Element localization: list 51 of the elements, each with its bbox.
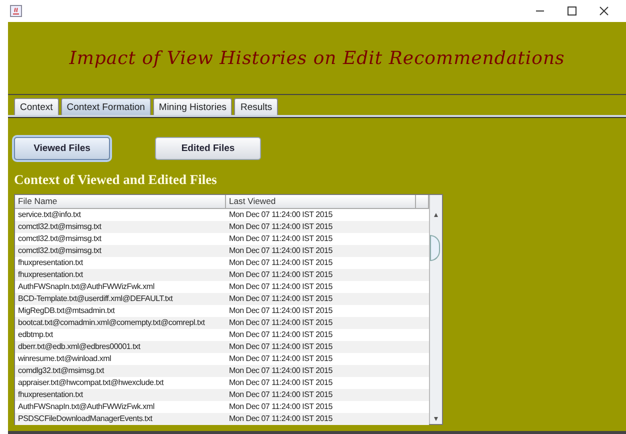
table-cell-text: winresume.txt@winload.xml bbox=[17, 353, 112, 365]
table-cell-text: fhuxpresentation.txt bbox=[17, 389, 84, 401]
scrollbar-thumb[interactable] bbox=[430, 235, 440, 261]
table-cell-text: comctl32.txt@msimsg.txt bbox=[17, 245, 102, 257]
table-cell-text: Mon Dec 07 11:24:00 IST 2015 bbox=[228, 245, 334, 257]
table-cell-text: AuthFWSnapIn.txt@AuthFWWizFwk.xml bbox=[17, 401, 156, 413]
table-cell-text: service.txt@info.txt bbox=[17, 209, 82, 221]
table-cell-text: bootcat.txt@comadmin.xml@comempty.txt@comrepl.txt bbox=[17, 317, 206, 329]
table-cell-text: comctl32.txt@msimsg.txt bbox=[17, 221, 102, 233]
table-cell-text: Mon Dec 07 11:24:00 IST 2015 bbox=[228, 209, 334, 221]
table-cell-text: BCD-Template.txt@userdiff.xml@DEFAULT.txt bbox=[17, 293, 174, 305]
table-cell-text: Mon Dec 07 11:24:00 IST 2015 bbox=[228, 281, 334, 293]
table-cell-text: MigRegDB.txt@mtsadmin.txt bbox=[17, 305, 116, 317]
table-cell-text: Mon Dec 07 11:24:00 IST 2015 bbox=[228, 341, 334, 353]
table-cell-text: fhuxpresentation.txt bbox=[17, 269, 84, 281]
table-cell-text: Mon Dec 07 11:24:00 IST 2015 bbox=[228, 293, 334, 305]
table-cell-text: fhuxpresentation.txt bbox=[17, 257, 84, 269]
table-cell-text: Mon Dec 07 11:24:00 IST 2015 bbox=[228, 377, 334, 389]
table-cell-text: Mon Dec 07 11:24:00 IST 2015 bbox=[228, 365, 334, 377]
table-cell-text: appraiser.txt@hwcompat.txt@hwexclude.txt bbox=[17, 377, 165, 389]
tab[interactable]: Context Formation bbox=[60, 98, 151, 115]
app-title: Impact of View Histories on Edit Recommendations bbox=[69, 48, 565, 68]
files-button[interactable]: Edited Files bbox=[155, 137, 261, 160]
table-cell-text: PSDSCFileDownloadManagerEvents.txt bbox=[17, 413, 154, 425]
java-app-icon bbox=[10, 5, 22, 17]
table-cell-text: Mon Dec 07 11:24:00 IST 2015 bbox=[228, 257, 334, 269]
maximize-icon[interactable] bbox=[567, 6, 577, 16]
table-cell-text: comdlg32.txt@msimsg.txt bbox=[17, 365, 106, 377]
tab[interactable]: Mining Histories bbox=[152, 98, 232, 115]
column-header[interactable]: Last Viewed bbox=[226, 195, 416, 208]
table-cell-text: Mon Dec 07 11:24:00 IST 2015 bbox=[228, 353, 334, 365]
table-cell-text: Mon Dec 07 11:24:00 IST 2015 bbox=[228, 269, 334, 281]
column-header[interactable]: File Name bbox=[15, 195, 226, 208]
table-cell-text: comctl32.txt@msimsg.txt bbox=[17, 233, 102, 245]
table-cell-text: Mon Dec 07 11:24:00 IST 2015 bbox=[228, 233, 334, 245]
table-cell-text: Mon Dec 07 11:24:00 IST 2015 bbox=[228, 317, 334, 329]
table-cell-text: Mon Dec 07 11:24:00 IST 2015 bbox=[228, 305, 334, 317]
close-icon[interactable] bbox=[599, 6, 609, 16]
files-button[interactable]: Viewed Files bbox=[14, 137, 110, 160]
table-cell-text: AuthFWSnapIn.txt@AuthFWWizFwk.xml bbox=[17, 281, 156, 293]
table-cell-text: Mon Dec 07 11:24:00 IST 2015 bbox=[228, 221, 334, 233]
table-cell-text: dberr.txt@edb.xml@edbres00001.txt bbox=[17, 341, 142, 353]
table-cell-text: Mon Dec 07 11:24:00 IST 2015 bbox=[228, 413, 334, 425]
table-cell-text: Mon Dec 07 11:24:00 IST 2015 bbox=[228, 389, 334, 401]
scrollbar[interactable] bbox=[429, 195, 442, 424]
table-cell-text: edbtmp.txt bbox=[17, 329, 54, 341]
section-title: Context of Viewed and Edited Files bbox=[13, 171, 218, 189]
tab[interactable]: Results bbox=[234, 98, 278, 115]
table-cell-text: Mon Dec 07 11:24:00 IST 2015 bbox=[228, 329, 334, 341]
tab[interactable]: Context bbox=[14, 98, 59, 115]
table-cell-text: Mon Dec 07 11:24:00 IST 2015 bbox=[228, 401, 334, 413]
